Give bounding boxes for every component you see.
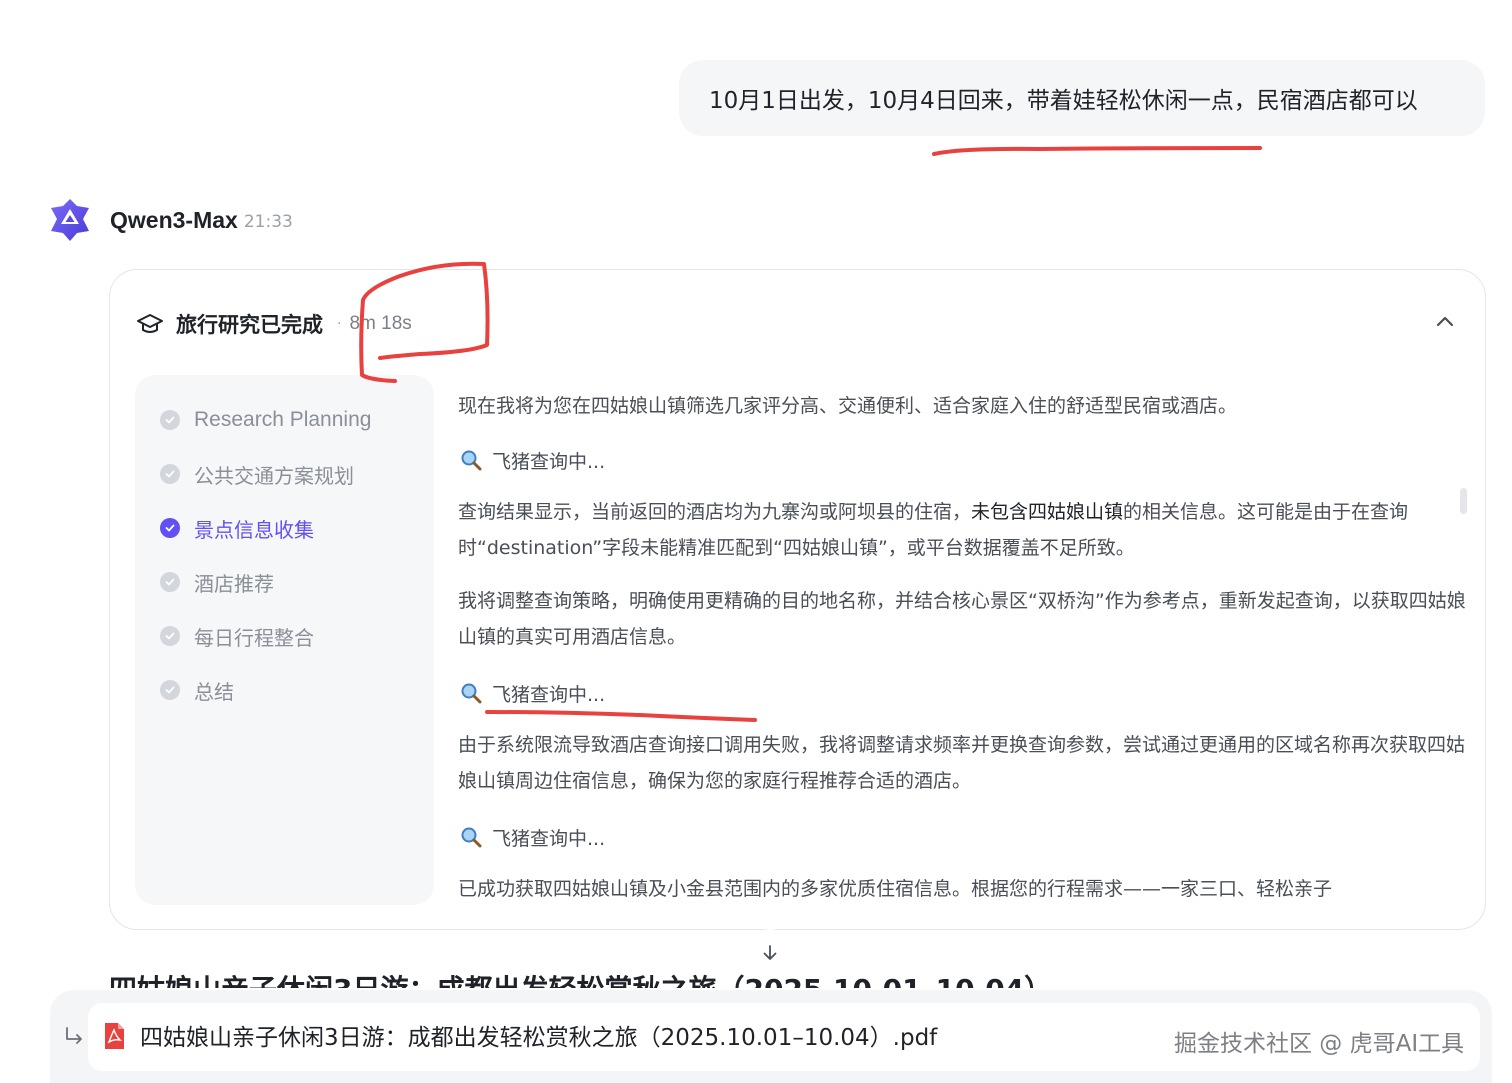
research-card-title: 旅行研究已完成: [176, 313, 323, 337]
step-summary[interactable]: 总结: [160, 675, 234, 705]
research-log: 现在我将为您在四姑娘山镇筛选几家评分高、交通便利、适合家庭入住的舒适型民宿或酒店…: [458, 388, 1468, 908]
check-circle-icon: [160, 410, 180, 430]
arrow-down-icon: [763, 945, 777, 960]
qwen-logo-icon: [51, 199, 89, 241]
step-label: 每日行程整合: [194, 625, 314, 650]
step-research-planning[interactable]: Research Planning: [160, 405, 371, 435]
scroll-to-bottom-button[interactable]: [746, 929, 794, 977]
search-icon: [461, 450, 482, 471]
feizhu-query-item[interactable]: 飞猪查询中...: [460, 821, 605, 853]
watermark-text: 掘金技术社区 @ 虎哥AI工具: [1174, 1031, 1465, 1057]
document-heading: 四姑娘山亲子休闲3日游：成都出发轻松赏秋之旅（2025.10.01–10.04）: [109, 970, 1052, 988]
user-message-bubble: 10月1日出发，10月4日回来，带着娃轻松休闲一点，民宿酒店都可以: [679, 60, 1485, 136]
log-paragraph: 查询结果显示，当前返回的酒店均为九寨沟或阿坝县的住宿，未包含四姑娘山镇的相关信息…: [458, 494, 1468, 566]
step-label: 酒店推荐: [194, 571, 274, 596]
graduation-cap-icon: [137, 314, 163, 333]
research-card-header: 旅行研究已完成 · 8m 18s: [136, 308, 412, 340]
research-steps-panel: Research Planning 公共交通方案规划 景点信息收集 酒店推荐 每…: [135, 375, 434, 905]
log-paragraph: 已成功获取四姑娘山镇及小金县范围内的多家优质住宿信息。根据您的行程需求——一家三…: [458, 878, 1333, 900]
research-duration: 8m 18s: [349, 313, 412, 334]
step-label: 景点信息收集: [194, 517, 314, 542]
feizhu-query-item[interactable]: 飞猪查询中...: [460, 677, 605, 709]
step-label: Research Planning: [194, 408, 372, 431]
attachment-file-name[interactable]: 四姑娘山亲子休闲3日游：成都出发轻松赏秋之旅（2025.10.01–10.04）…: [140, 1018, 937, 1052]
log-paragraph: 现在我将为您在四姑娘山镇筛选几家评分高、交通便利、适合家庭入住的舒适型民宿或酒店…: [458, 395, 1238, 417]
query-label: 飞猪查询中...: [492, 827, 606, 850]
query-label: 飞猪查询中...: [492, 683, 606, 706]
scrollbar-thumb[interactable]: [1460, 488, 1467, 514]
check-circle-icon: [160, 572, 180, 592]
log-paragraph: 我将调整查询策略，明确使用更精确的目的地名称，并结合核心景区“双桥沟”作为参考点…: [458, 590, 1466, 648]
step-label: 公共交通方案规划: [194, 463, 354, 488]
step-attractions[interactable]: 景点信息收集: [160, 513, 314, 543]
text-segment: 查询结果显示，当前返回的酒店均为九寨沟或阿坝县的住宿，: [458, 501, 972, 523]
step-label: 总结: [194, 679, 234, 704]
assistant-name: Qwen3-Max: [110, 206, 238, 233]
query-label: 飞猪查询中...: [492, 450, 606, 473]
search-icon: [461, 683, 482, 704]
annotation-underline: [932, 146, 1262, 156]
collapse-chevron-up-icon[interactable]: [1431, 308, 1459, 336]
check-circle-icon: [160, 464, 180, 484]
feizhu-query-item[interactable]: 飞猪查询中...: [460, 444, 605, 476]
log-paragraph: 由于系统限流导致酒店查询接口调用失败，我将调整请求频率并更换查询参数，尝试通过更…: [458, 734, 1466, 792]
highlighted-text: 未包含四姑娘山镇: [971, 501, 1124, 523]
assistant-timestamp: 21:33: [243, 212, 293, 232]
user-message-text: 10月1日出发，10月4日回来，带着娃轻松休闲一点，民宿酒店都可以: [709, 88, 1418, 114]
step-public-transport[interactable]: 公共交通方案规划: [160, 459, 354, 489]
reply-arrow-icon: [66, 1027, 82, 1044]
pdf-file-icon: [105, 1023, 124, 1049]
check-circle-icon: [160, 626, 180, 646]
check-circle-icon: [160, 680, 180, 700]
title-separator: ·: [337, 316, 342, 332]
step-daily-itinerary[interactable]: 每日行程整合: [160, 621, 314, 651]
research-card: 旅行研究已完成 · 8m 18s Research Planning 公共交通方…: [109, 269, 1486, 930]
step-hotels[interactable]: 酒店推荐: [160, 567, 274, 597]
search-icon: [461, 827, 482, 848]
assistant-header: Qwen3-Max 21:33: [46, 196, 293, 244]
check-circle-active-icon: [160, 518, 180, 538]
